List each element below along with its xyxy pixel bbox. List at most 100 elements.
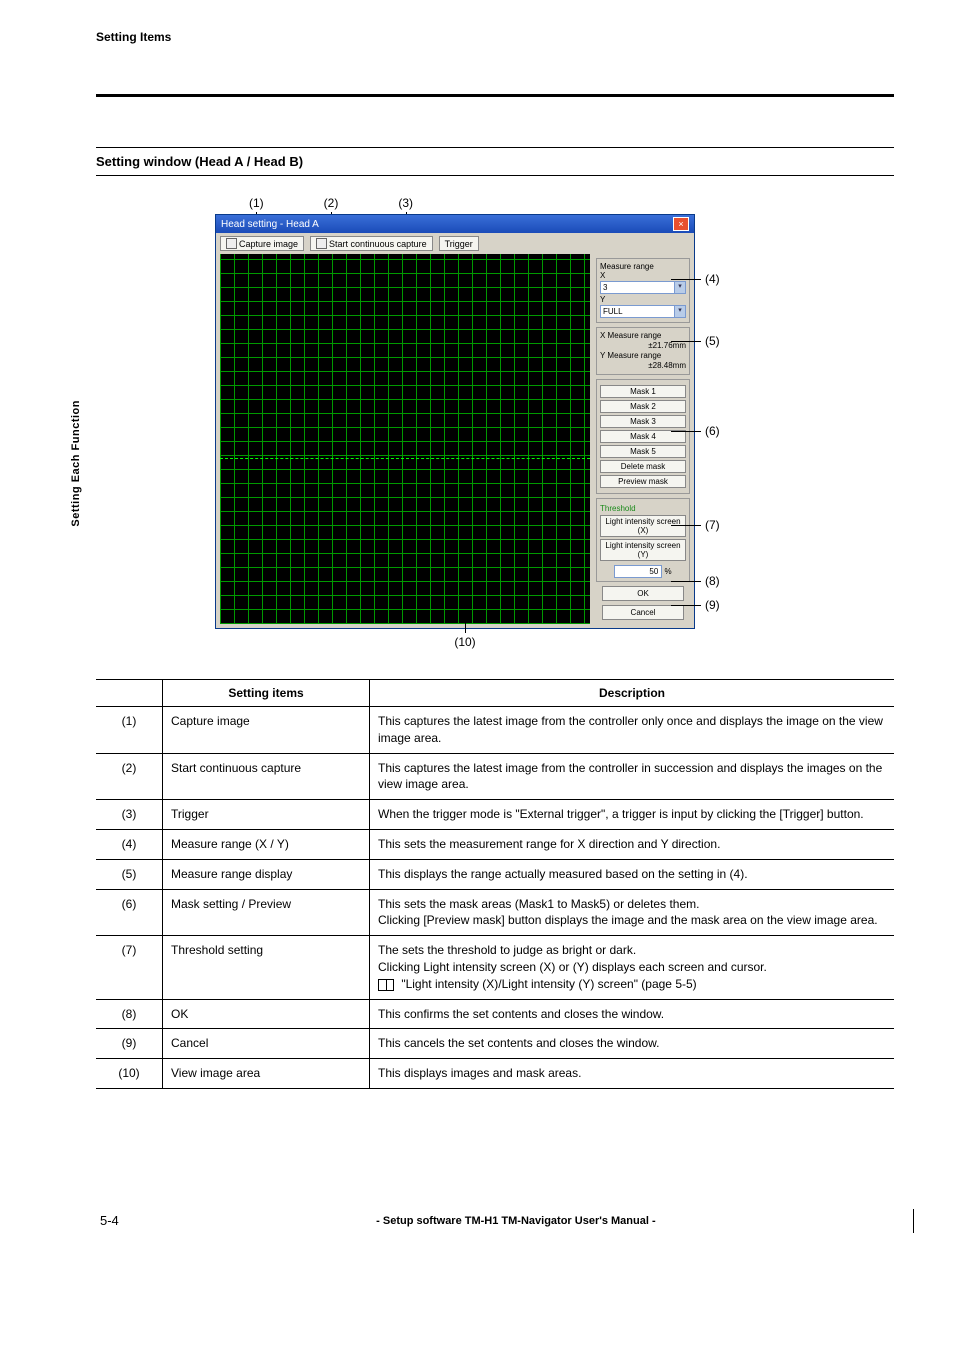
percent-unit: %: [665, 567, 672, 576]
row-number: (5): [96, 859, 163, 889]
capture-image-button[interactable]: Capture image: [220, 236, 304, 251]
y-measure-value: ±28.48mm: [600, 361, 686, 370]
footer-title: - Setup software TM-H1 TM-Navigator User…: [119, 1215, 913, 1227]
row-setting: Capture image: [163, 707, 370, 754]
row-setting: Measure range (X / Y): [163, 829, 370, 859]
row-setting: Mask setting / Preview: [163, 889, 370, 936]
callout-1: (1): [249, 196, 264, 210]
row-number: (8): [96, 999, 163, 1029]
light-intensity-x-button[interactable]: Light intensity screen (X): [600, 515, 686, 537]
delete-mask-button[interactable]: Delete mask: [600, 460, 686, 473]
table-row: (4)Measure range (X / Y)This sets the me…: [96, 829, 894, 859]
callout-7: (7): [705, 518, 720, 532]
image-dashline: [220, 458, 590, 459]
callout-9: (9): [705, 598, 720, 612]
y-label: Y: [600, 295, 686, 304]
row-setting: Measure range display: [163, 859, 370, 889]
ok-button[interactable]: OK: [602, 586, 684, 601]
capture-label: Capture image: [239, 239, 298, 249]
x-range-select[interactable]: 3▾: [600, 281, 686, 294]
callout-4: (4): [705, 272, 720, 286]
callout-6: (6): [705, 424, 720, 438]
page-number: 5-4: [100, 1213, 119, 1228]
row-number: (6): [96, 889, 163, 936]
page-footer: 5-4 - Setup software TM-H1 TM-Navigator …: [96, 1209, 894, 1233]
right-panel: Measure range X 3▾ Y FULL▾ X Measure ran…: [594, 254, 694, 628]
table-row: (3)TriggerWhen the trigger mode is "Exte…: [96, 800, 894, 830]
close-icon[interactable]: ×: [673, 217, 689, 231]
table-row: (7)Threshold settingThe sets the thresho…: [96, 936, 894, 999]
table-row: (1)Capture imageThis captures the latest…: [96, 707, 894, 754]
row-setting: Threshold setting: [163, 936, 370, 999]
x-value: 3: [603, 283, 607, 292]
row-description: This displays images and mask areas.: [370, 1059, 895, 1089]
callout-3: (3): [398, 196, 413, 210]
cancel-button[interactable]: Cancel: [602, 605, 684, 620]
preview-mask-button[interactable]: Preview mask: [600, 475, 686, 488]
row-description: This cancels the set contents and closes…: [370, 1029, 895, 1059]
trigger-button[interactable]: Trigger: [439, 236, 479, 251]
light-intensity-y-button[interactable]: Light intensity screen (Y): [600, 539, 686, 561]
row-description: This confirms the set contents and close…: [370, 999, 895, 1029]
row-description: This captures the latest image from the …: [370, 753, 895, 800]
book-icon: [378, 979, 394, 991]
row-description: This captures the latest image from the …: [370, 707, 895, 754]
measure-range-display-group: X Measure range ±21.76mm Y Measure range…: [596, 327, 690, 375]
callout-5: (5): [705, 334, 720, 348]
window-titlebar: Head setting - Head A ×: [216, 215, 694, 233]
setting-window: Head setting - Head A × Capture image St…: [215, 214, 695, 629]
row-setting: Cancel: [163, 1029, 370, 1059]
threshold-label: Threshold: [600, 504, 686, 513]
row-description: The sets the threshold to judge as brigh…: [370, 936, 895, 999]
chevron-down-icon: ▾: [674, 306, 685, 317]
table-row: (2)Start continuous captureThis captures…: [96, 753, 894, 800]
row-number: (2): [96, 753, 163, 800]
row-description: When the trigger mode is "External trigg…: [370, 800, 895, 830]
threshold-percent-input[interactable]: 50: [614, 565, 662, 578]
callout-10: (10): [155, 635, 775, 649]
row-setting: Trigger: [163, 800, 370, 830]
window-title: Head setting - Head A: [221, 219, 319, 230]
mask-3-button[interactable]: Mask 3: [600, 415, 686, 428]
side-tab-label: Setting Each Function: [70, 400, 82, 527]
y-range-select[interactable]: FULL ▾: [600, 305, 686, 318]
header-divider: [96, 94, 894, 97]
row-number: (4): [96, 829, 163, 859]
mask-2-button[interactable]: Mask 2: [600, 400, 686, 413]
continuous-icon: [316, 238, 327, 249]
table-header-desc: Description: [370, 680, 895, 707]
row-description: This displays the range actually measure…: [370, 859, 895, 889]
threshold-group: Threshold Light intensity screen (X) Lig…: [596, 498, 690, 582]
table-row: (5)Measure range displayThis displays th…: [96, 859, 894, 889]
section-title-row: Setting window (Head A / Head B): [96, 147, 894, 176]
y-measure-range-label: Y Measure range: [600, 351, 686, 360]
chevron-down-icon: ▾: [674, 282, 685, 293]
mask-5-button[interactable]: Mask 5: [600, 445, 686, 458]
mask-1-button[interactable]: Mask 1: [600, 385, 686, 398]
table-row: (6)Mask setting / PreviewThis sets the m…: [96, 889, 894, 936]
row-setting: View image area: [163, 1059, 370, 1089]
window-toolbar: Capture image Start continuous capture T…: [216, 233, 694, 254]
table-row: (8)OKThis confirms the set contents and …: [96, 999, 894, 1029]
table-row: (9)CancelThis cancels the set contents a…: [96, 1029, 894, 1059]
mask-group: Mask 1 Mask 2 Mask 3 Mask 4 Mask 5 Delet…: [596, 379, 690, 494]
y-value: FULL: [603, 307, 623, 316]
section-title: Setting window (Head A / Head B): [96, 154, 303, 169]
capture-icon: [226, 238, 237, 249]
row-number: (3): [96, 800, 163, 830]
x-measure-range-label: X Measure range: [600, 331, 686, 340]
x-measure-value: ±21.76mm: [600, 341, 686, 350]
header-section: Setting Items: [96, 30, 894, 54]
row-number: (9): [96, 1029, 163, 1059]
continuous-label: Start continuous capture: [329, 239, 427, 249]
row-number: (1): [96, 707, 163, 754]
start-continuous-button[interactable]: Start continuous capture: [310, 236, 433, 251]
row-description: This sets the measurement range for X di…: [370, 829, 895, 859]
view-image-area[interactable]: [220, 254, 590, 624]
image-pattern: [220, 254, 590, 624]
footer-edge: [913, 1209, 914, 1233]
callout-8: (8): [705, 574, 720, 588]
table-row: (10)View image areaThis displays images …: [96, 1059, 894, 1089]
setting-items-table: Setting items Description (1)Capture ima…: [96, 679, 894, 1089]
row-number: (7): [96, 936, 163, 999]
